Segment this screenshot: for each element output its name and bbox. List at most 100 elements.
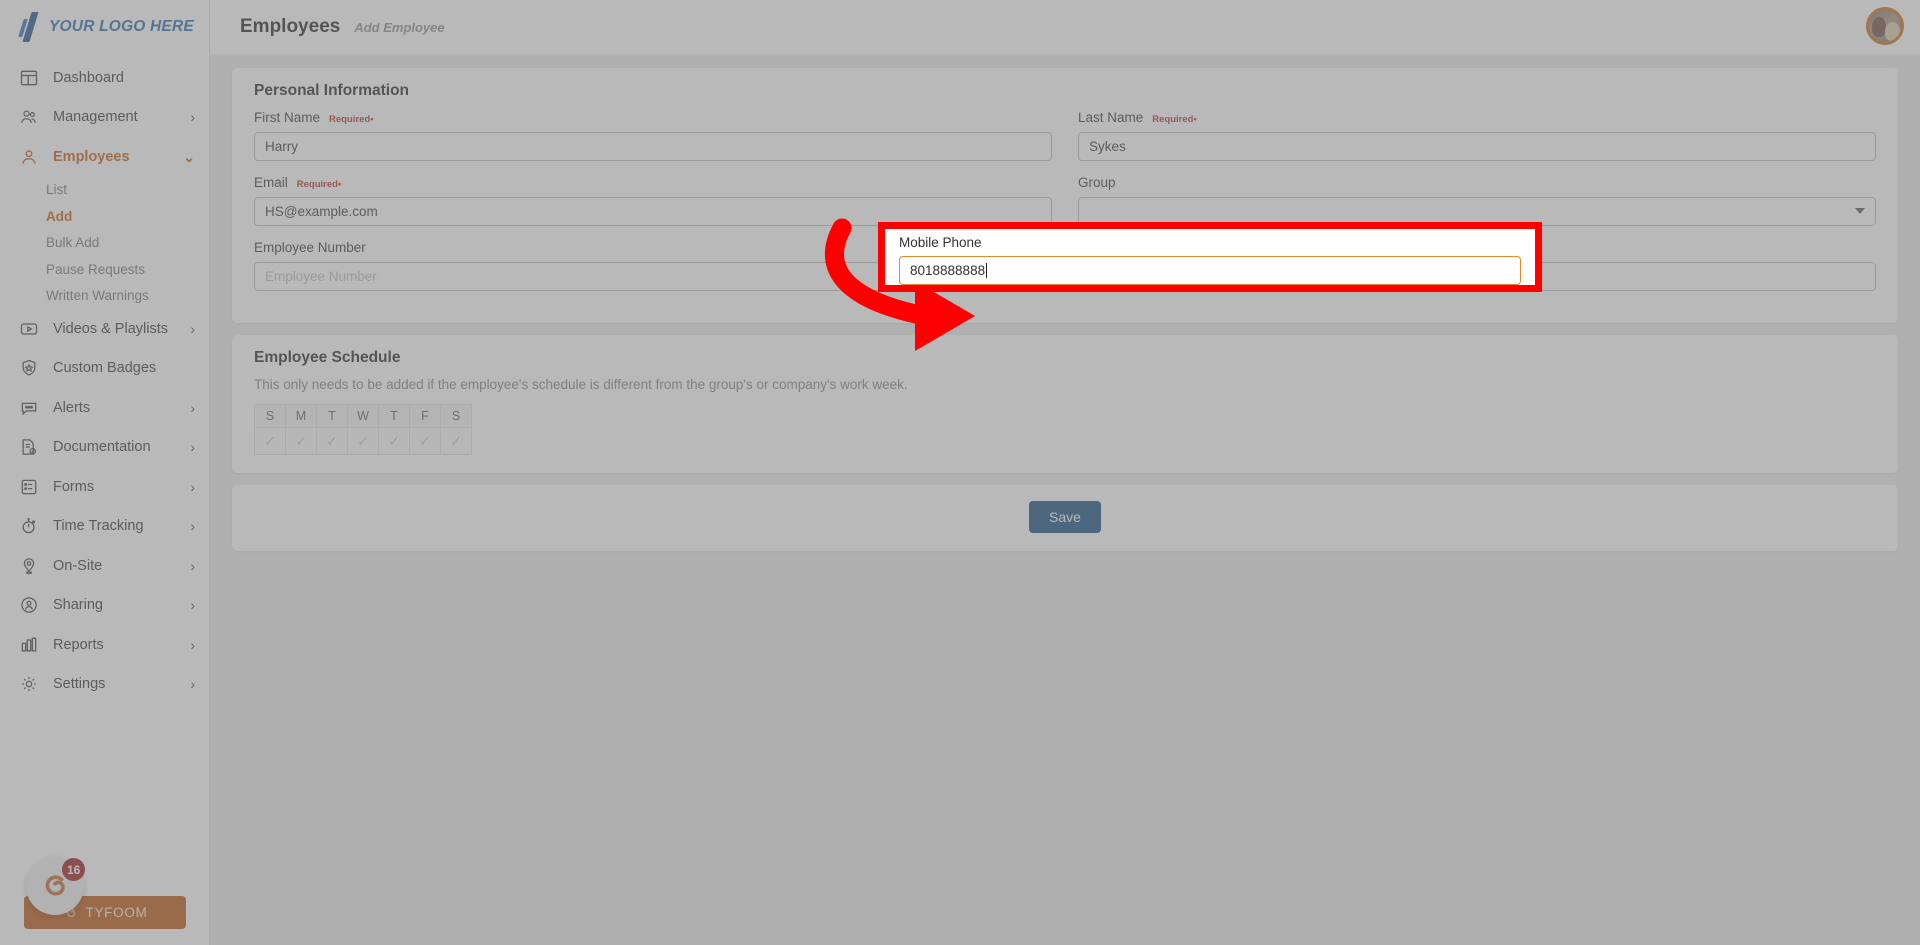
label-text: First Name <box>254 110 321 125</box>
people-icon <box>18 106 40 128</box>
chevron-right-icon: › <box>190 320 195 337</box>
day-checkbox-thursday[interactable]: ✓ <box>378 427 410 455</box>
sidebar-subitem-label: List <box>46 182 68 198</box>
section-title-employee-schedule: Employee Schedule <box>254 349 401 366</box>
day-checkbox-saturday[interactable]: ✓ <box>440 427 472 455</box>
sidebar-item-label: Videos & Playlists <box>53 320 168 337</box>
sidebar-item-label: Sharing <box>53 597 103 614</box>
gear-icon <box>18 673 40 695</box>
sidebar-item-documentation[interactable]: Documentation › <box>0 428 209 468</box>
field-group: Group <box>1078 175 1876 226</box>
sidebar-item-settings[interactable]: Settings › <box>0 665 209 705</box>
sidebar-item-label: Forms <box>53 478 95 495</box>
chevron-right-icon: › <box>190 557 195 574</box>
day-header-wednesday: W <box>347 404 379 428</box>
sidebar-subitem-label: Add <box>46 208 73 224</box>
day-checkbox-tuesday[interactable]: ✓ <box>316 427 348 455</box>
sidebar-subitem-label: Pause Requests <box>46 261 146 277</box>
first-name-input[interactable] <box>254 132 1052 161</box>
day-header-tuesday: T <box>316 404 348 428</box>
sidebar-subitem-list[interactable]: List <box>0 177 209 204</box>
label-text: Email <box>254 175 288 190</box>
chevron-down-icon: ⌄ <box>183 148 195 165</box>
text-cursor <box>986 263 988 278</box>
sidebar-item-employees[interactable]: Employees ⌄ <box>0 137 209 177</box>
form-list-icon <box>18 476 40 498</box>
person-icon <box>18 146 40 168</box>
document-check-icon <box>18 436 40 458</box>
sidebar-item-videos-playlists[interactable]: Videos & Playlists › <box>0 309 209 349</box>
stopwatch-icon <box>18 515 40 537</box>
employee-schedule-card: Employee Schedule This only needs to be … <box>232 335 1898 473</box>
tyfoom-button-label: TYFOOM <box>85 905 148 920</box>
section-title-personal-information: Personal Information <box>254 82 410 99</box>
label-text: Group <box>1078 175 1116 190</box>
employee-schedule-note: This only needs to be added if the emplo… <box>254 377 908 392</box>
label-text: Mobile Phone <box>899 235 982 250</box>
sidebar-item-label: Custom Badges <box>53 360 157 377</box>
sidebar-item-label: Employees <box>53 148 130 165</box>
sidebar-nav: Dashboard Management › Employees ⌄ List … <box>0 54 209 704</box>
sidebar-item-sharing[interactable]: Sharing › <box>0 586 209 626</box>
sidebar-item-label: Time Tracking <box>53 518 144 535</box>
bar-chart-icon <box>18 634 40 656</box>
sidebar-item-custom-badges[interactable]: Custom Badges <box>0 349 209 389</box>
sidebar-item-label: Dashboard <box>53 69 124 86</box>
chevron-right-icon: › <box>190 439 195 456</box>
employee-schedule-table: S M T W T F S ✓ ✓ ✓ ✓ ✓ ✓ ✓ <box>254 404 472 455</box>
brand-logo[interactable]: YOUR LOGO HERE <box>0 0 209 54</box>
sidebar-item-label: Settings <box>53 676 106 693</box>
main-content: Personal Information First Name Required… <box>210 54 1920 945</box>
map-pin-icon <box>18 555 40 577</box>
sidebar: YOUR LOGO HERE Dashboard Management › Em… <box>0 0 210 945</box>
day-checkbox-wednesday[interactable]: ✓ <box>347 427 379 455</box>
sidebar-item-label: Alerts <box>53 399 91 416</box>
sidebar-subitem-written-warnings[interactable]: Written Warnings <box>0 283 209 310</box>
mobile-phone-input-highlighted[interactable]: 8018888888 <box>899 256 1521 285</box>
table-header-row: S M T W T F S <box>254 404 472 428</box>
required-marker: Required• <box>1152 114 1197 125</box>
sidebar-subitem-add[interactable]: Add <box>0 203 209 230</box>
sidebar-item-time-tracking[interactable]: Time Tracking › <box>0 507 209 547</box>
logo-text: YOUR LOGO HERE <box>49 18 194 35</box>
day-checkbox-sunday[interactable]: ✓ <box>254 427 286 455</box>
sidebar-item-dashboard[interactable]: Dashboard <box>0 58 209 98</box>
chevron-right-icon: › <box>190 109 195 126</box>
last-name-input[interactable] <box>1078 132 1876 161</box>
label-text: Last Name <box>1078 110 1144 125</box>
sidebar-item-label: Management <box>53 109 138 126</box>
dashboard-icon <box>18 67 40 89</box>
day-checkbox-friday[interactable]: ✓ <box>409 427 441 455</box>
mobile-phone-value: 8018888888 <box>910 263 986 278</box>
chevron-right-icon: › <box>190 478 195 495</box>
chevron-right-icon: › <box>190 597 195 614</box>
avatar[interactable] <box>1866 7 1904 45</box>
sidebar-item-on-site[interactable]: On-Site › <box>0 546 209 586</box>
sidebar-item-alerts[interactable]: Alerts › <box>0 388 209 428</box>
day-checkbox-monday[interactable]: ✓ <box>285 427 317 455</box>
sidebar-item-management[interactable]: Management › <box>0 98 209 138</box>
sidebar-item-label: Reports <box>53 636 104 653</box>
sidebar-subitem-pause-requests[interactable]: Pause Requests <box>0 256 209 283</box>
required-marker: Required• <box>329 114 374 125</box>
save-button[interactable]: Save <box>1029 501 1101 533</box>
sidebar-item-reports[interactable]: Reports › <box>0 625 209 665</box>
chat-bubble-icon <box>18 397 40 419</box>
top-bar: Employees Add Employee <box>210 0 1920 54</box>
day-header-monday: M <box>285 404 317 428</box>
field-last-name: Last Name Required• <box>1078 110 1876 161</box>
label-last-name: Last Name Required• <box>1078 110 1876 127</box>
label-mobile-phone-highlighted: Mobile Phone <box>899 235 1521 252</box>
sidebar-item-label: On-Site <box>53 557 103 574</box>
save-card: Save <box>232 485 1898 551</box>
chevron-right-icon: › <box>190 518 195 535</box>
day-header-saturday: S <box>440 404 472 428</box>
chevron-right-icon: › <box>190 676 195 693</box>
breadcrumb: Add Employee <box>354 19 445 35</box>
label-group: Group <box>1078 175 1876 192</box>
chevron-right-icon: › <box>190 636 195 653</box>
sidebar-subitem-bulk-add[interactable]: Bulk Add <box>0 230 209 257</box>
shield-star-icon <box>18 357 40 379</box>
label-email: Email Required• <box>254 175 1052 192</box>
sidebar-item-forms[interactable]: Forms › <box>0 467 209 507</box>
